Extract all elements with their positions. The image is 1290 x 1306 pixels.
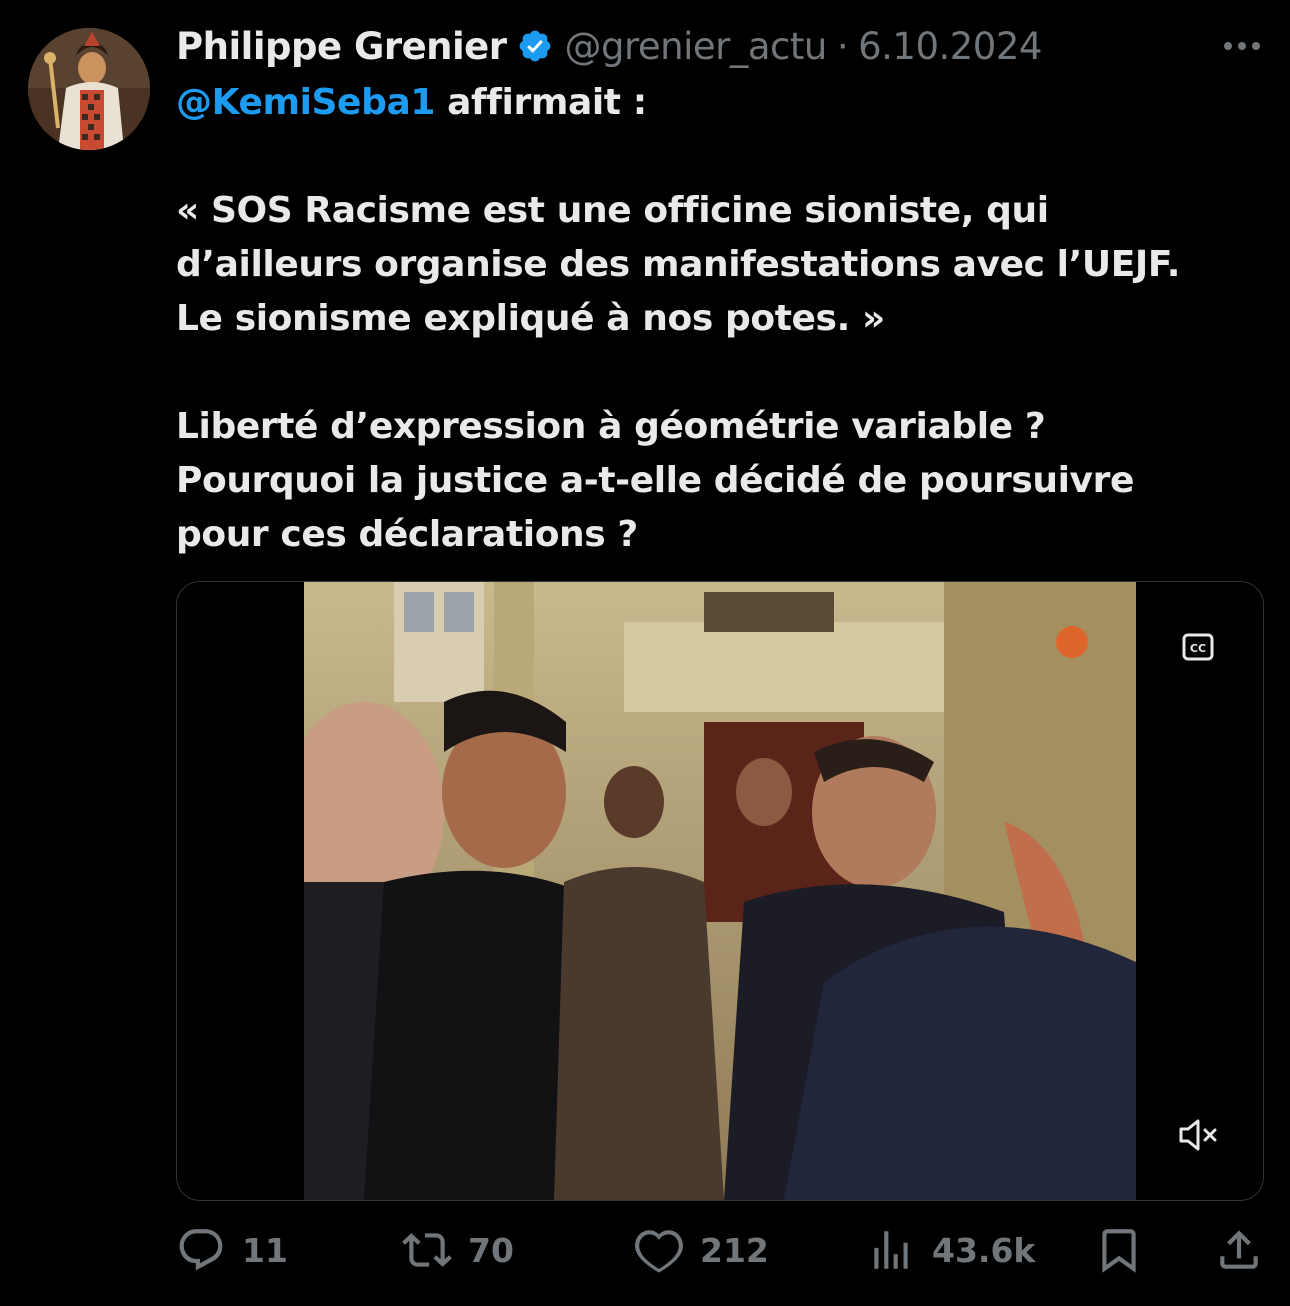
heart-icon <box>635 1230 683 1273</box>
author-handle[interactable]: @grenier_actu <box>565 25 828 68</box>
quote-line: « SOS Racisme est une officine sioniste,… <box>176 190 1049 231</box>
author-name[interactable]: Philippe Grenier <box>176 25 507 68</box>
like-count: 212 <box>700 1230 769 1270</box>
retweet-button[interactable]: 70 <box>402 1220 514 1280</box>
tweet-actions: 11 70 212 43.6k <box>176 1220 1266 1280</box>
mention-link[interactable]: @KemiSeba1 <box>176 82 435 123</box>
separator-dot: · <box>836 24 849 68</box>
quote-line: Le sionisme expliqué à nos potes. » <box>176 298 885 339</box>
views-count: 43.6k <box>932 1230 1036 1270</box>
author-avatar[interactable] <box>28 28 150 150</box>
question-line: Liberté d’expression à géométrie variabl… <box>176 406 1046 447</box>
video-thumbnail <box>304 582 1136 1200</box>
quote-line: d’ailleurs organise des manifestations a… <box>176 244 1181 285</box>
video-frame[interactable] <box>304 582 1136 1200</box>
reply-button[interactable]: 11 <box>176 1220 288 1280</box>
views-button[interactable]: 43.6k <box>866 1220 1035 1280</box>
more-icon[interactable] <box>1218 24 1266 68</box>
tweet-date[interactable]: 6.10.2024 <box>858 25 1042 68</box>
tweet-header: Philippe Grenier @grenier_actu · 6.10.20… <box>176 20 1266 72</box>
intro-text: affirmait : <box>447 82 647 123</box>
bookmark-icon <box>1102 1229 1136 1273</box>
reply-icon <box>179 1229 223 1271</box>
analytics-icon <box>874 1231 908 1269</box>
share-icon <box>1220 1230 1258 1269</box>
bookmark-button[interactable] <box>1094 1220 1144 1280</box>
like-button[interactable]: 212 <box>634 1220 769 1280</box>
intro-line: @KemiSeba1 affirmait : <box>176 76 1266 130</box>
svg-text:CC: CC <box>1190 642 1206 655</box>
captions-icon[interactable]: CC <box>1181 630 1215 664</box>
retweet-count: 70 <box>468 1230 514 1270</box>
question-line: pour ces déclarations ? <box>176 514 638 555</box>
retweet-icon <box>402 1233 452 1267</box>
reply-count: 11 <box>242 1230 288 1270</box>
video-player[interactable]: CC <box>176 581 1264 1201</box>
tweet-text: @KemiSeba1 affirmait : « SOS Racisme est… <box>176 76 1266 562</box>
portrait-avatar-icon <box>28 28 150 150</box>
question-line: Pourquoi la justice a-t-elle décidé de p… <box>176 460 1134 501</box>
share-button[interactable] <box>1214 1220 1264 1280</box>
verified-badge-icon[interactable] <box>517 28 553 64</box>
muted-speaker-icon[interactable] <box>1177 1116 1221 1154</box>
